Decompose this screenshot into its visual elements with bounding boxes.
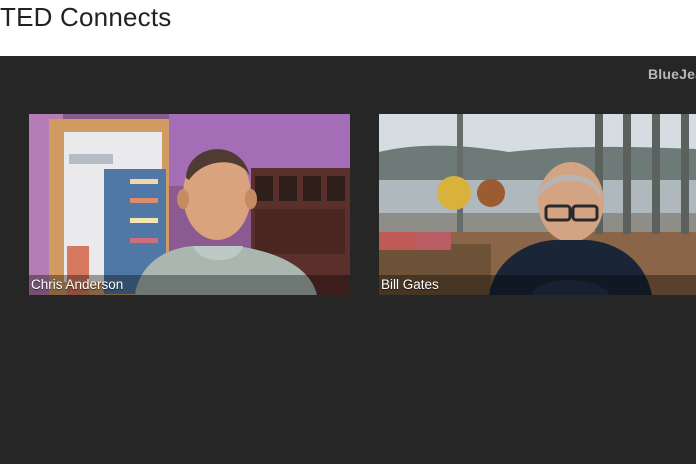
- page: TED Connects BlueJeans: [0, 0, 696, 464]
- participant-tile-bill-gates[interactable]: Bill Gates: [379, 114, 696, 295]
- participant-name-tag: Bill Gates: [379, 275, 696, 295]
- app-brand-logo: BlueJeans: [648, 66, 696, 82]
- page-title: TED Connects: [0, 2, 172, 32]
- header-bar: TED Connects: [0, 0, 696, 56]
- participant-name-chris-anderson: Chris Anderson: [31, 277, 124, 292]
- participant-name-tag: Chris Anderson: [29, 275, 350, 295]
- video-feed-chris-anderson: [29, 114, 350, 295]
- participant-tile-chris-anderson[interactable]: Chris Anderson: [29, 114, 350, 295]
- participant-name-bill-gates: Bill Gates: [381, 277, 439, 292]
- video-feed-bill-gates: [379, 114, 696, 295]
